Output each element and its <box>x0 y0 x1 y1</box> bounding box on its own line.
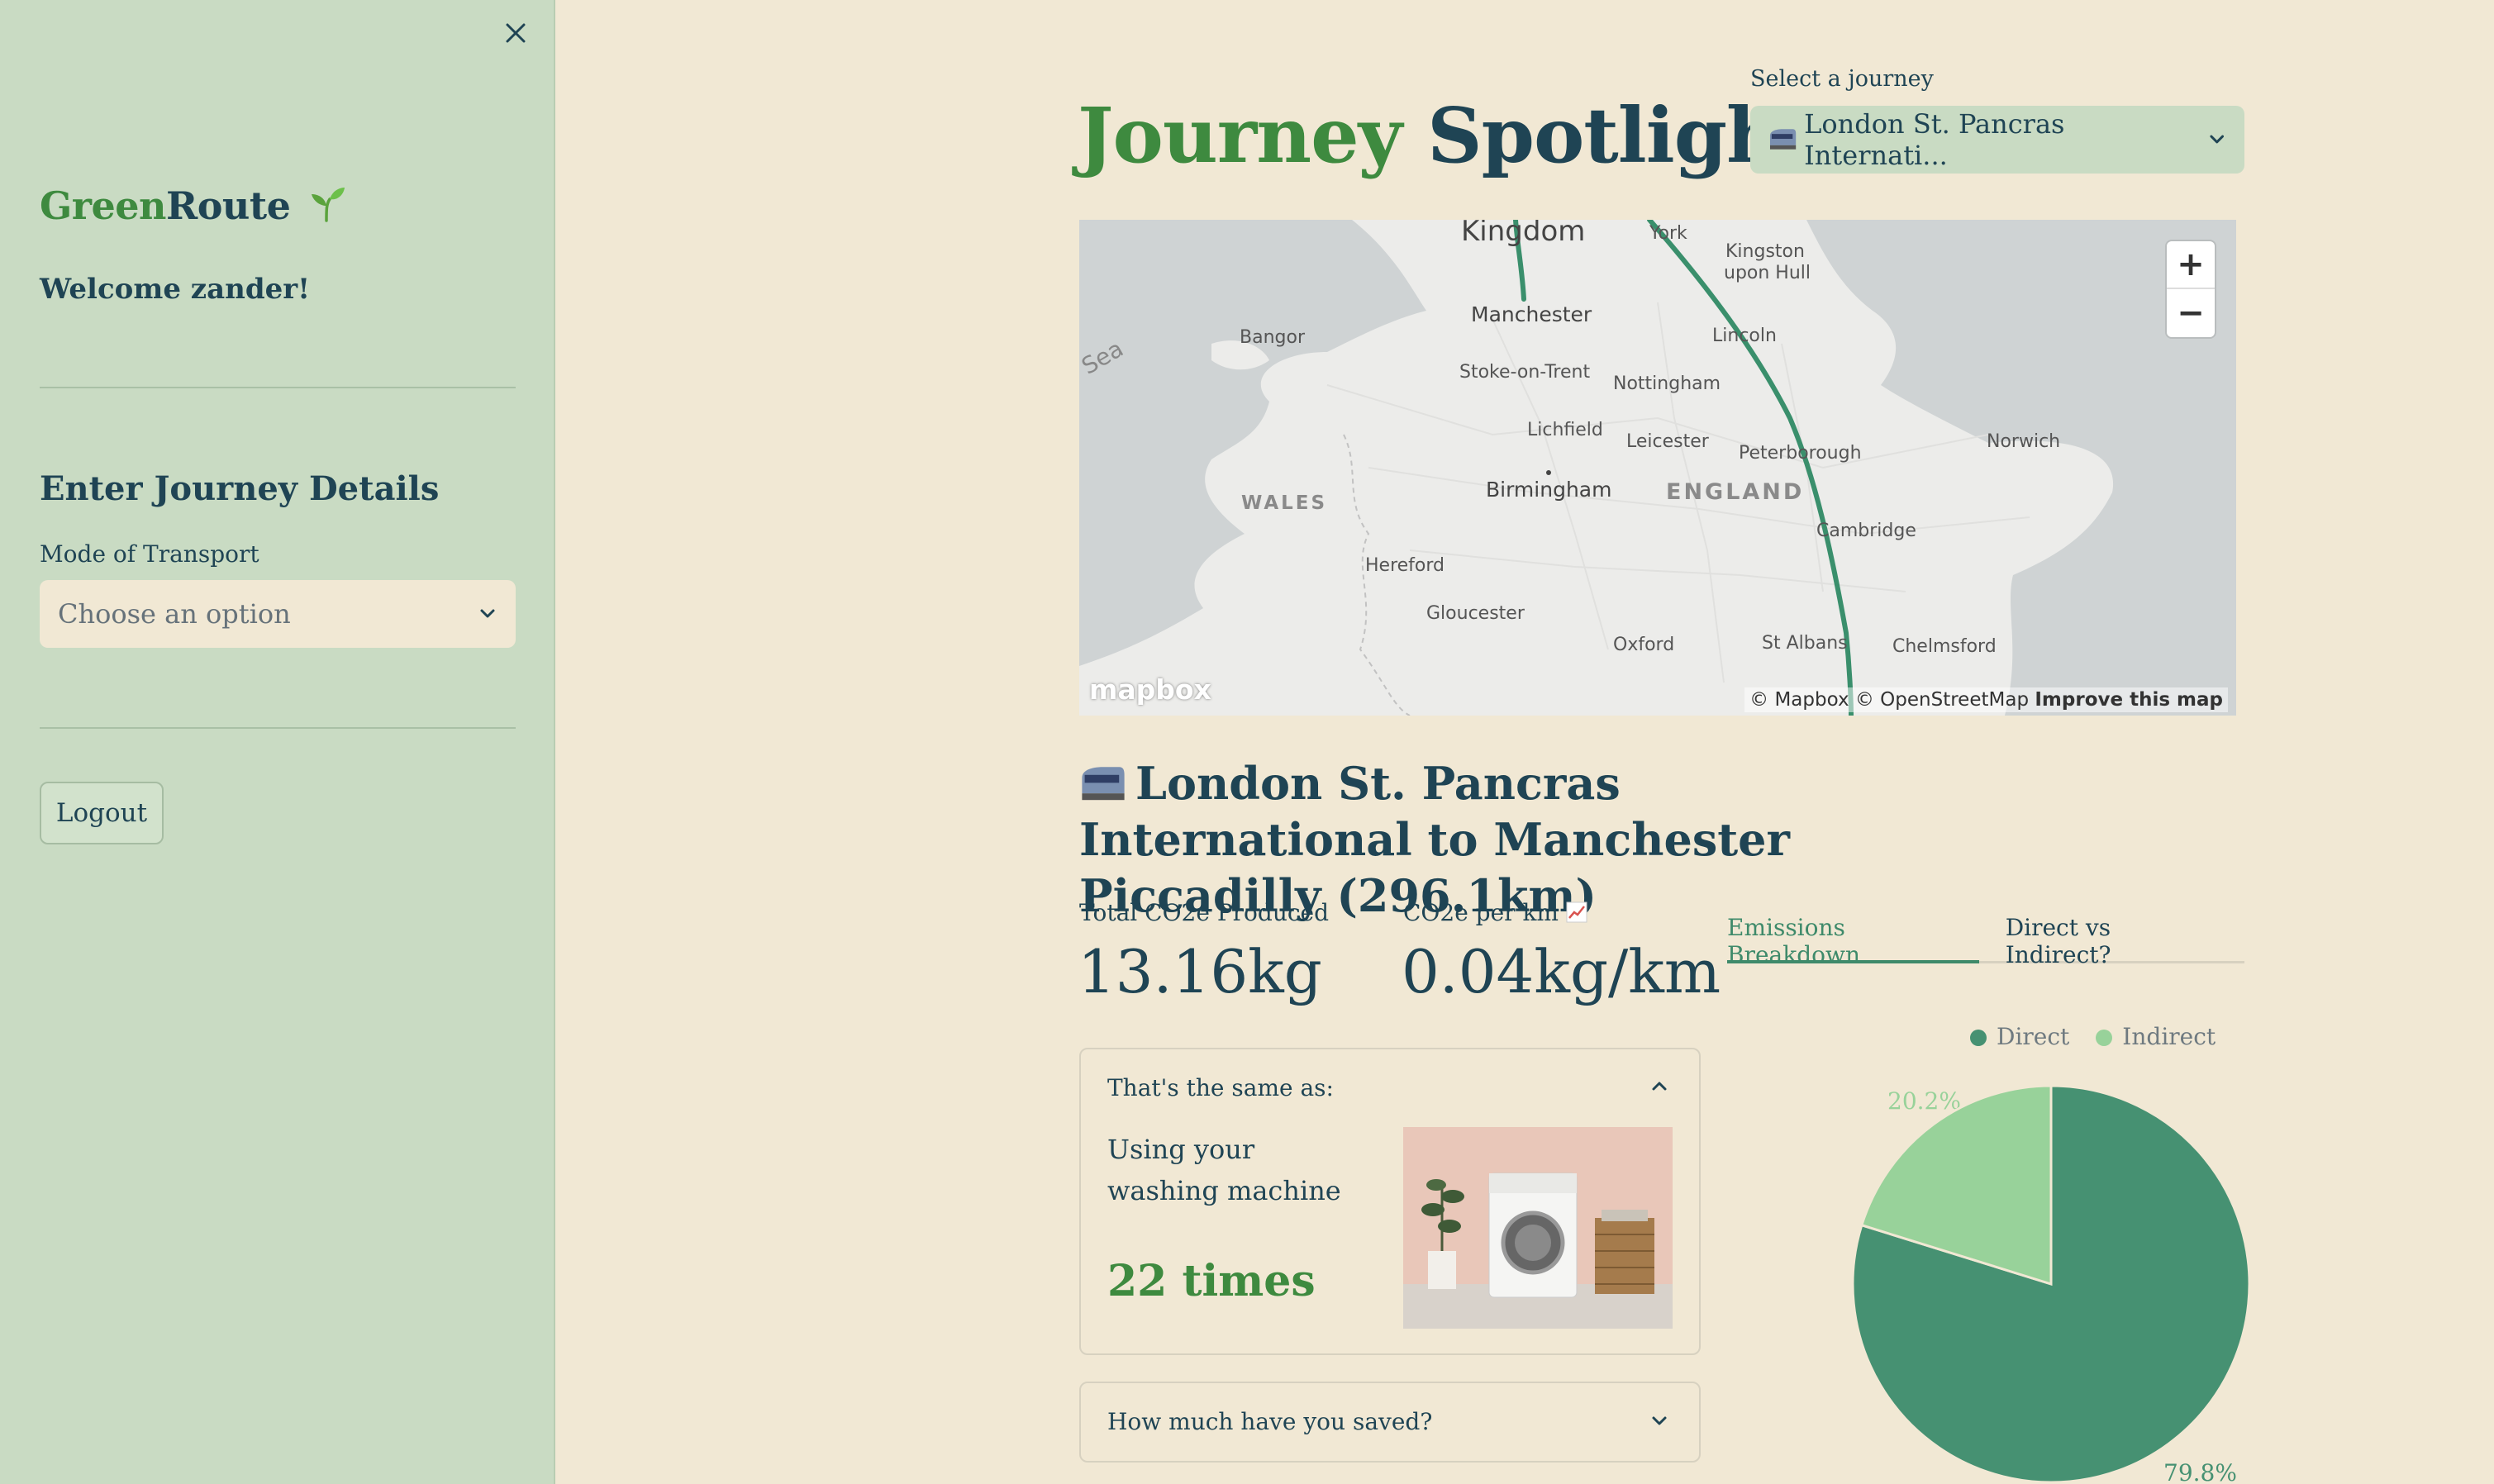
improve-map-link[interactable]: Improve this map <box>2035 689 2223 711</box>
map-label: Nottingham <box>1613 373 1721 394</box>
legend-label: Direct <box>1997 1023 2070 1050</box>
sidebar-divider <box>40 727 516 729</box>
zoom-in-button[interactable]: + <box>2167 241 2215 289</box>
savings-card[interactable]: How much have you saved? <box>1079 1382 1701 1463</box>
legend-item-indirect[interactable]: Indirect <box>2096 1023 2216 1050</box>
map-label: St Albans <box>1762 633 1848 654</box>
map-label: Norwich <box>1987 431 2061 452</box>
equivalent-heading: That's the same as: <box>1107 1074 1334 1101</box>
equivalent-description: Using your washing machine <box>1107 1134 1341 1206</box>
tab-emissions-breakdown[interactable]: Emissions Breakdown <box>1727 909 1979 968</box>
co2-per-km-label-text: CO2e per km <box>1403 899 1559 926</box>
chevron-up-icon[interactable] <box>1649 1076 1669 1096</box>
mode-of-transport-label: Mode of Transport <box>40 540 259 568</box>
map-label: Cambridge <box>1816 521 1916 541</box>
chevron-down-icon <box>480 609 495 618</box>
tab-direct-vs-indirect[interactable]: Direct vs Indirect? <box>2006 909 2218 968</box>
map-label: WALES <box>1241 492 1328 514</box>
legend-swatch <box>2096 1030 2113 1046</box>
map-label: Birmingham <box>1486 478 1612 502</box>
map-label: Manchester <box>1471 302 1592 326</box>
close-sidebar-button[interactable] <box>501 18 531 48</box>
mode-of-transport-select[interactable]: Choose an option <box>40 580 516 648</box>
train-icon <box>1082 767 1125 801</box>
map-label: ENGLAND <box>1666 479 1805 505</box>
equivalent-times: 22 times <box>1107 1256 1316 1306</box>
train-icon <box>1769 129 1797 150</box>
equivalent-card[interactable]: That's the same as: Using your washing m… <box>1079 1048 1701 1355</box>
route-map[interactable]: Kingdom York Kingston upon Hull Manchest… <box>1079 220 2236 716</box>
journey-selected-value: London St. Pancras Internati... <box>1804 108 2065 171</box>
legend-item-direct[interactable]: Direct <box>1970 1023 2069 1050</box>
brand-green-text: Green <box>40 183 167 228</box>
map-attribution-text[interactable]: © Mapbox © OpenStreetMap <box>1749 689 2029 711</box>
sidebar-divider <box>40 387 516 388</box>
map-label: Lincoln <box>1712 326 1777 346</box>
map-label: York <box>1649 223 1687 244</box>
chevron-down-icon[interactable] <box>1649 1411 1669 1431</box>
brand-route-text: Route <box>166 183 291 228</box>
map-label: upon Hull <box>1724 263 1811 283</box>
map-label: Hereford <box>1365 555 1445 576</box>
mapbox-logo[interactable]: mapbox <box>1089 673 1211 706</box>
total-co2-value: 13.16kg <box>1078 937 1322 1006</box>
savings-heading: How much have you saved? <box>1107 1408 1433 1435</box>
mode-select-placeholder: Choose an option <box>58 598 291 630</box>
map-label: Kingston <box>1725 241 1805 262</box>
welcome-message: Welcome zander! <box>40 273 311 306</box>
chart-tabs: Emissions Breakdown Direct vs Indirect? <box>1727 909 2244 968</box>
seedling-icon <box>311 188 345 222</box>
legend-label: Indirect <box>2122 1023 2216 1050</box>
co2-per-km-label: CO2e per km <box>1403 899 1587 926</box>
pie-chart <box>1851 1084 2251 1484</box>
washing-machine-image <box>1403 1127 1673 1329</box>
journey-select-label: Select a journey <box>1750 66 1934 92</box>
route-title-text: London St. Pancras International to Manc… <box>1079 757 1790 922</box>
map-label: Peterborough <box>1739 443 1862 464</box>
map-label: Bangor <box>1240 327 1305 348</box>
legend-swatch <box>1970 1030 1987 1046</box>
title-journey: Journey <box>1078 91 1402 180</box>
section-title: Enter Journey Details <box>40 469 440 508</box>
map-label: Oxford <box>1613 635 1675 655</box>
close-icon <box>506 23 526 43</box>
map-label: Lichfield <box>1527 420 1603 440</box>
co2-per-km-value: 0.04kg/km <box>1402 937 1721 1006</box>
chart-legend: Direct Indirect <box>1970 1023 2216 1050</box>
map-label: Stoke-on-Trent <box>1459 362 1591 383</box>
sidebar: GreenRoute Welcome zander! Enter Journey… <box>0 0 555 1484</box>
map-label: Chelmsford <box>1892 636 1997 657</box>
map-attribution: © Mapbox © OpenStreetMap Improve this ma… <box>1744 687 2228 712</box>
chart-icon <box>1566 901 1587 923</box>
map-zoom-controls: + − <box>2167 241 2215 337</box>
brand-logo: GreenRoute <box>40 183 346 228</box>
journey-select[interactable]: London St. Pancras Internati... <box>1750 106 2244 174</box>
map-label: Leicester <box>1626 431 1709 452</box>
chevron-down-icon <box>2209 135 2224 144</box>
map-label: Gloucester <box>1426 603 1525 624</box>
logout-button[interactable]: Logout <box>40 782 164 844</box>
page-title: Journey Spotlight <box>1078 91 1816 180</box>
map-label: Kingdom <box>1461 220 1586 248</box>
zoom-out-button[interactable]: − <box>2167 289 2215 337</box>
total-co2-label: Total CO2e Produced <box>1079 899 1330 926</box>
